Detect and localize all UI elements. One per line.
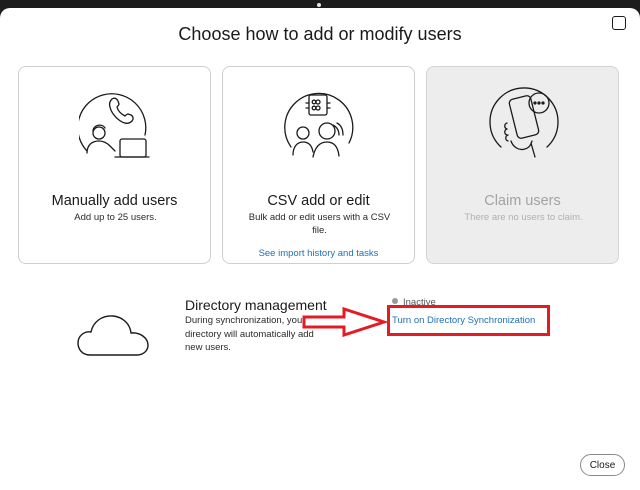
person-phone-laptop-icon — [79, 93, 150, 158]
hand-phone-icon — [489, 87, 559, 158]
window-top-bar — [0, 0, 640, 8]
claim-users-title: Claim users — [484, 193, 561, 209]
dialog-title: Choose how to add or modify users — [178, 24, 462, 44]
manual-add-title: Manually add users — [51, 193, 178, 209]
manual-add-card[interactable]: Manually add users Add up to 25 users. — [18, 66, 211, 264]
status-dot-icon — [392, 298, 398, 304]
close-button[interactable]: Close — [580, 454, 625, 476]
csv-add-description: Bulk add or edit users with a CSV file. — [248, 212, 391, 236]
annotation-highlight-box — [387, 305, 550, 336]
cloud-icon — [77, 315, 149, 356]
csv-team-icon — [284, 92, 354, 158]
import-history-link[interactable]: See import history and tasks — [223, 248, 414, 259]
top-bar-dot — [317, 3, 321, 7]
claim-users-card: Claim users There are no users to claim. — [426, 66, 619, 264]
csv-add-title: CSV add or edit — [267, 193, 370, 209]
claim-users-description: There are no users to claim. — [464, 212, 583, 223]
add-users-dialog: Choose how to add or modify users Manual… — [0, 8, 640, 490]
annotation-arrow-icon — [302, 307, 388, 337]
manual-add-description: Add up to 25 users. — [74, 212, 157, 223]
csv-add-card[interactable]: CSV add or edit Bulk add or edit users w… — [222, 66, 415, 264]
